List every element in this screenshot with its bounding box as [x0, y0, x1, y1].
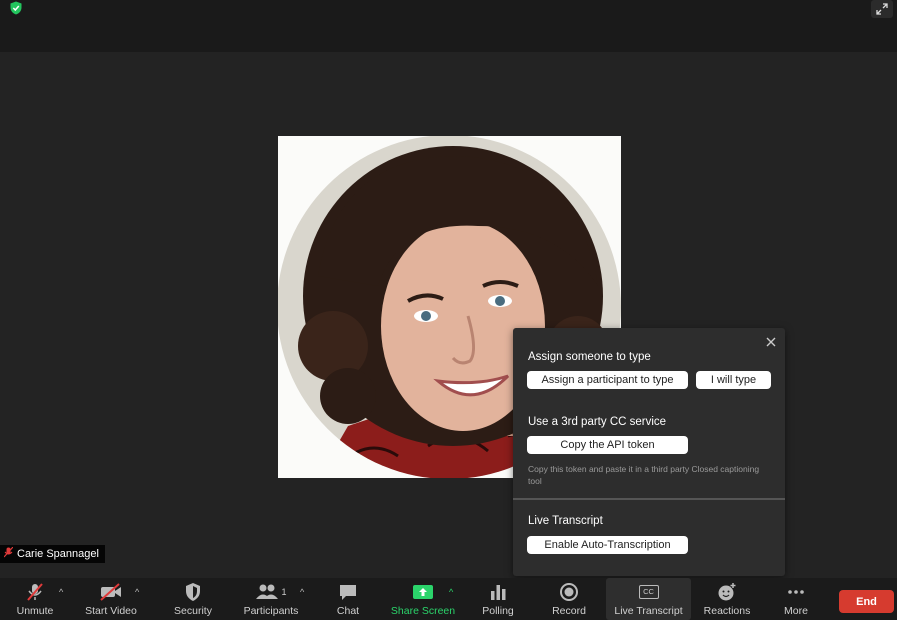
- participants-count: 1: [281, 586, 287, 597]
- chat-label: Chat: [336, 605, 360, 617]
- live-transcript-button[interactable]: CC Live Transcript: [606, 578, 691, 620]
- share-screen-icon: [412, 578, 434, 605]
- polling-button[interactable]: Polling: [478, 578, 518, 620]
- live-transcript-label: Live Transcript: [614, 605, 683, 617]
- unmute-button[interactable]: Unmute: [8, 578, 62, 620]
- security-label: Security: [174, 605, 212, 617]
- assign-participant-button[interactable]: Assign a participant to type: [527, 371, 688, 389]
- copy-token-hint: Copy this token and paste it in a third …: [528, 464, 760, 486]
- meeting-toolbar: Unmute ^ Start Video ^ Security 1 Partic…: [0, 578, 897, 620]
- participants-button[interactable]: 1 Participants: [238, 578, 304, 620]
- close-icon[interactable]: [765, 335, 777, 347]
- participants-options-chevron-icon[interactable]: ^: [300, 587, 304, 597]
- cc-badge: CC: [638, 584, 659, 599]
- share-screen-label: Share Screen: [390, 605, 456, 617]
- record-icon: [559, 578, 579, 605]
- security-button[interactable]: Security: [168, 578, 218, 620]
- enable-auto-transcription-button[interactable]: Enable Auto-Transcription: [527, 536, 688, 554]
- closed-caption-icon: CC: [638, 578, 659, 605]
- live-transcript-section-title: Live Transcript: [528, 515, 603, 527]
- more-dots-icon: [786, 578, 806, 605]
- muted-mic-icon: [3, 546, 14, 561]
- participants-icon: 1: [255, 578, 287, 605]
- more-label: More: [784, 605, 808, 617]
- participant-name-tag: Carie Spannagel: [0, 545, 105, 563]
- participant-name: Carie Spannagel: [17, 548, 99, 560]
- share-options-chevron-icon[interactable]: ^: [449, 587, 453, 597]
- smiley-plus-icon: [716, 578, 738, 605]
- start-video-label: Start Video: [85, 605, 137, 617]
- record-button[interactable]: Record: [547, 578, 591, 620]
- participants-label: Participants: [243, 605, 299, 617]
- closed-caption-popup: Assign someone to type Assign a particip…: [513, 328, 785, 576]
- audio-options-chevron-icon[interactable]: ^: [59, 587, 63, 597]
- encryption-shield-icon[interactable]: [9, 1, 23, 15]
- end-meeting-button[interactable]: End: [839, 590, 894, 613]
- bar-chart-icon: [489, 578, 507, 605]
- i-will-type-button[interactable]: I will type: [696, 371, 771, 389]
- unmute-label: Unmute: [16, 605, 54, 617]
- more-button[interactable]: More: [776, 578, 816, 620]
- reactions-label: Reactions: [703, 605, 751, 617]
- top-bar: [0, 0, 897, 52]
- chat-button[interactable]: Chat: [328, 578, 368, 620]
- share-screen-button[interactable]: Share Screen: [388, 578, 458, 620]
- start-video-button[interactable]: Start Video: [80, 578, 142, 620]
- divider: [513, 498, 785, 500]
- assign-section-title: Assign someone to type: [528, 351, 651, 363]
- video-options-chevron-icon[interactable]: ^: [135, 587, 139, 597]
- video-off-icon: [99, 578, 123, 605]
- third-party-section-title: Use a 3rd party CC service: [528, 416, 667, 428]
- reactions-button[interactable]: Reactions: [700, 578, 754, 620]
- copy-api-token-button[interactable]: Copy the API token: [527, 436, 688, 454]
- fullscreen-icon[interactable]: [871, 0, 893, 18]
- chat-bubble-icon: [338, 578, 358, 605]
- record-label: Record: [552, 605, 586, 617]
- muted-microphone-icon: [25, 578, 45, 605]
- shield-icon: [184, 578, 202, 605]
- polling-label: Polling: [482, 605, 514, 617]
